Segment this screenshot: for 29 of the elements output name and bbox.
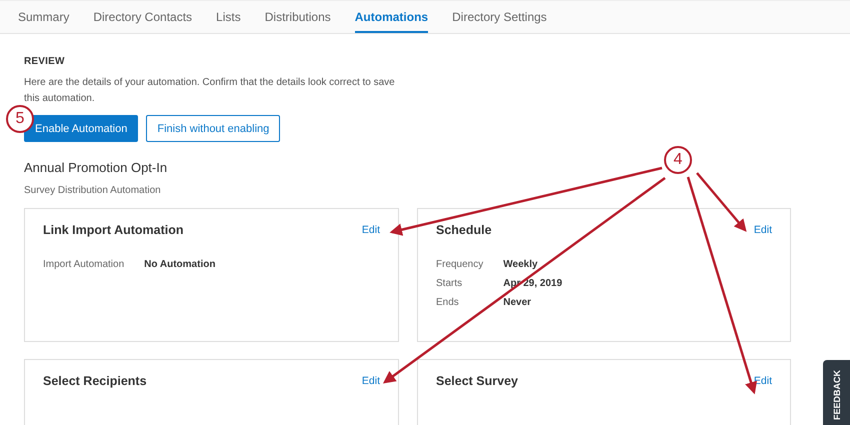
edit-link[interactable]: Edit [362,224,380,236]
tab[interactable]: Directory Settings [452,1,547,33]
detail-label: Frequency [436,259,484,270]
tab[interactable]: Lists [216,1,241,33]
detail-label: Import Automation [43,259,124,270]
detail-value: No Automation [144,259,216,270]
detail-label: Starts [436,278,464,289]
feedback-button[interactable]: FEEDBACK [823,360,850,425]
callout-badge: 4 [664,146,692,174]
detail-value: Weekly [503,259,539,270]
review-description: Here are the details of your automation. Confirm that the details look correct to save this automation. [24,76,396,106]
automation-type: Survey Distribution Automation [24,185,162,196]
automation-name: Annual Promotion Opt-In [24,160,168,175]
finish-button[interactable]: Finish without enabling [146,115,280,142]
tab[interactable]: Summary [18,1,70,33]
tab[interactable]: Distributions [264,1,331,33]
tab[interactable]: Directory Contacts [93,1,192,33]
detail-label: Ends [436,297,460,308]
card-title: Select Recipients [43,374,147,388]
tab[interactable]: Automations [354,1,428,33]
card-title: Schedule [436,223,492,237]
edit-link[interactable]: Edit [362,375,380,387]
card-title: Select Survey [436,374,518,388]
enable-button[interactable]: Enable Automation [24,115,138,142]
detail-value: Never [503,297,532,308]
card-title: Link Import Automation [43,223,184,237]
edit-link[interactable]: Edit [754,224,772,236]
callout-badge: 5 [6,105,34,133]
section-heading: REVIEW [24,56,66,67]
